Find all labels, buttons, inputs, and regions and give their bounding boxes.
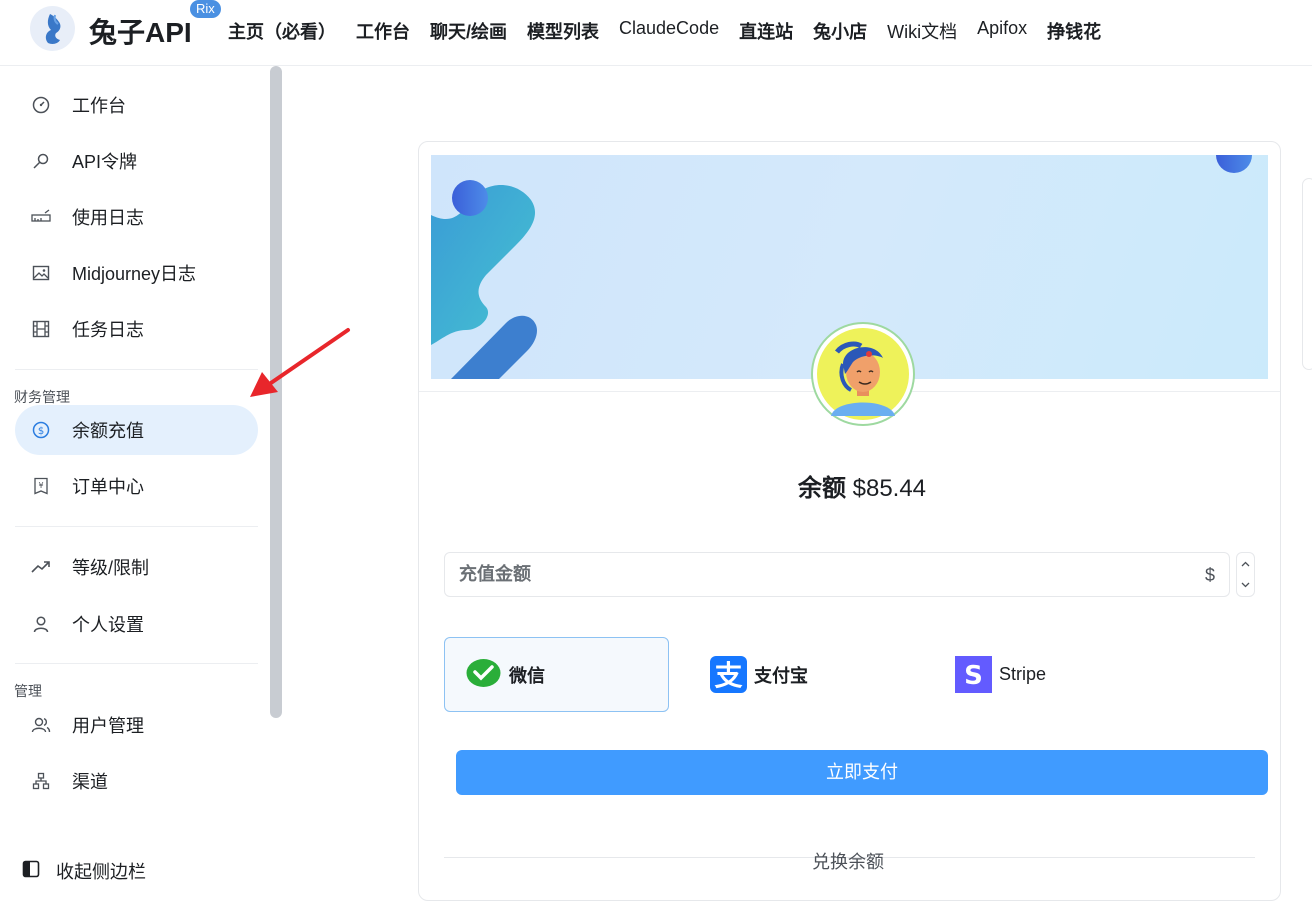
nav-item[interactable]: 兔小店 bbox=[813, 18, 867, 44]
payment-option-label: 微信 bbox=[509, 665, 545, 686]
balance-display: 余额 $85.44 bbox=[0, 468, 1312, 503]
svg-text:$: $ bbox=[38, 426, 44, 437]
sidebar-item-recharge[interactable]: $ 余额充值 bbox=[15, 405, 258, 455]
balance-label: 余额 bbox=[797, 475, 846, 502]
nav-item[interactable]: Wiki文档 bbox=[887, 18, 957, 44]
sidebar-item-label: Midjourney日志 bbox=[72, 264, 197, 284]
exchange-section-title: 兑换余额 bbox=[812, 852, 884, 872]
sidebar-item-settings[interactable]: 个人设置 bbox=[15, 599, 258, 649]
sidebar-item-user-management[interactable]: 用户管理 bbox=[15, 700, 258, 750]
trend-icon bbox=[31, 557, 51, 577]
image-icon bbox=[31, 263, 51, 283]
currency-suffix: $ bbox=[1204, 565, 1215, 585]
brand-name[interactable]: 兔子API bbox=[89, 11, 192, 51]
nav-item[interactable]: 工作台 bbox=[356, 18, 410, 44]
dollar-icon: $ bbox=[31, 420, 51, 440]
pay-now-button[interactable]: 立即支付 bbox=[456, 750, 1268, 795]
sidebar-toggle-icon bbox=[22, 860, 40, 883]
alipay-icon: 支 bbox=[710, 656, 747, 693]
user-avatar[interactable] bbox=[811, 322, 915, 426]
stripe-icon: S bbox=[955, 656, 992, 693]
sidebar-divider bbox=[15, 369, 258, 370]
sidebar-item-task-log[interactable]: 任务日志 bbox=[15, 304, 258, 354]
collapse-sidebar-button[interactable]: 收起侧边栏 bbox=[22, 858, 146, 884]
sidebar-item-label: 用户管理 bbox=[72, 716, 144, 736]
sidebar-item-levels[interactable]: 等级/限制 bbox=[15, 542, 258, 592]
nav-item[interactable]: 直连站 bbox=[739, 18, 793, 44]
sidebar-item-usage-log[interactable]: 使用日志 bbox=[15, 192, 258, 242]
sidebar-item-label: 个人设置 bbox=[72, 615, 144, 635]
user-icon bbox=[31, 614, 51, 634]
amount-input-box: $ bbox=[444, 552, 1230, 597]
avatar-portrait-icon bbox=[817, 328, 909, 420]
brand-badge: Rix bbox=[190, 0, 221, 18]
nav-item[interactable]: 挣钱花 bbox=[1047, 18, 1101, 44]
amount-stepper[interactable] bbox=[1236, 552, 1255, 597]
sidebar-divider bbox=[15, 526, 258, 527]
payment-option-alipay[interactable]: 支 支付宝 bbox=[690, 637, 915, 712]
side-panel-edge bbox=[1302, 178, 1312, 370]
sidebar-item-label: 任务日志 bbox=[72, 320, 144, 340]
key-icon bbox=[31, 151, 51, 171]
wechat-icon bbox=[465, 656, 502, 693]
film-icon bbox=[31, 319, 51, 339]
nav-item[interactable]: Apifox bbox=[977, 18, 1027, 44]
collapse-sidebar-label: 收起侧边栏 bbox=[56, 862, 146, 882]
top-header: 兔子API Rix 主页（必看） 工作台 聊天/绘画 模型列表 ClaudeCode 直连… bbox=[0, 0, 1312, 66]
payment-option-label: 支付宝 bbox=[754, 665, 808, 686]
sidebar-item-api-keys[interactable]: API令牌 bbox=[15, 136, 258, 186]
sidebar-item-label: API令牌 bbox=[72, 152, 138, 172]
chevron-down-icon[interactable] bbox=[1237, 574, 1254, 595]
payment-option-label: Stripe bbox=[999, 664, 1047, 684]
sidebar-item-label: 工作台 bbox=[72, 96, 126, 116]
section-title-finance: 财务管理 bbox=[14, 389, 70, 405]
sidebar-item-channels[interactable]: 渠道 bbox=[15, 756, 258, 806]
svg-text:S: S bbox=[964, 661, 983, 691]
balance-value: $85.44 bbox=[852, 475, 927, 502]
sidebar-item-label: 等级/限制 bbox=[72, 558, 150, 578]
payment-option-wechat[interactable]: 微信 bbox=[444, 637, 669, 712]
top-nav: 主页（必看） 工作台 聊天/绘画 模型列表 ClaudeCode 直连站 兔小店 Wiki文档… bbox=[228, 18, 1121, 44]
users-icon bbox=[31, 715, 51, 735]
sidebar-scrollbar[interactable] bbox=[270, 66, 282, 718]
chevron-up-icon[interactable] bbox=[1237, 553, 1254, 574]
svg-text:支: 支 bbox=[714, 659, 742, 692]
section-title-admin: 管理 bbox=[14, 683, 42, 699]
sidebar-item-label: 余额充值 bbox=[72, 421, 144, 441]
sidebar-item-label: 渠道 bbox=[72, 772, 108, 792]
sidebar-item-label: 使用日志 bbox=[72, 208, 144, 228]
nav-item[interactable]: 主页（必看） bbox=[228, 18, 336, 44]
sidebar-divider bbox=[15, 663, 258, 664]
nav-item[interactable]: 模型列表 bbox=[527, 18, 599, 44]
sidebar-item-midjourney-log[interactable]: Midjourney日志 bbox=[15, 248, 258, 298]
dashboard-icon bbox=[31, 95, 51, 115]
payment-option-stripe[interactable]: S Stripe bbox=[935, 637, 1160, 712]
amount-input[interactable] bbox=[459, 553, 1179, 596]
nav-item[interactable]: ClaudeCode bbox=[619, 18, 719, 44]
log-icon bbox=[31, 207, 51, 227]
nav-item[interactable]: 聊天/绘画 bbox=[430, 18, 507, 44]
sidebar-item-dashboard[interactable]: 工作台 bbox=[15, 80, 258, 130]
rabbit-logo-icon[interactable] bbox=[30, 6, 75, 51]
channel-icon bbox=[31, 771, 51, 791]
